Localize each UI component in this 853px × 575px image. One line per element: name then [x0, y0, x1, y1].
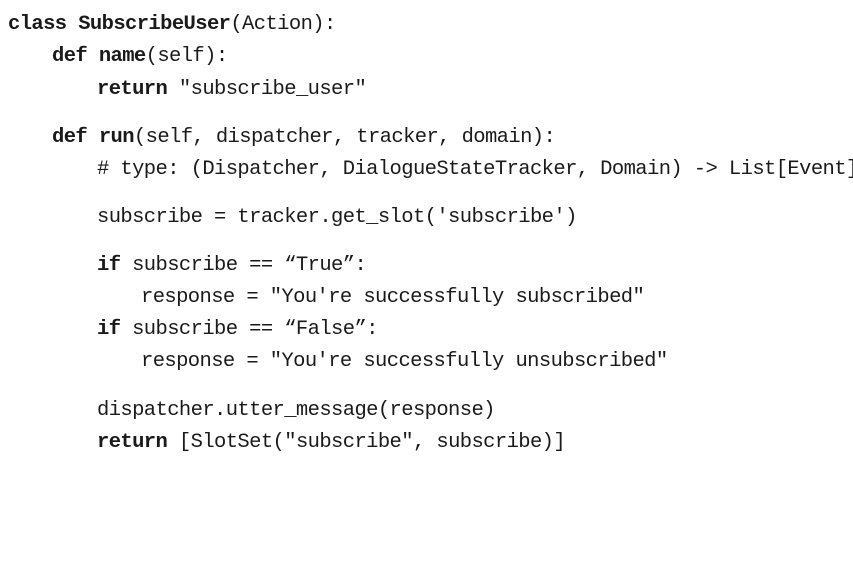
code-listing: class SubscribeUser(Action): def name(se…	[8, 0, 853, 477]
type-comment: # type: (Dispatcher, DialogueStateTracke…	[97, 158, 853, 181]
code-line-return-slotset: return [SlotSet("subscribe", subscribe)]	[8, 430, 566, 456]
return-value: [SlotSet("subscribe", subscribe)]	[167, 431, 566, 454]
keyword-if: if	[97, 318, 121, 341]
code-line-utter-message: dispatcher.utter_message(response)	[8, 398, 495, 424]
code-line-return-name: return "subscribe_user"	[8, 77, 367, 103]
code-line-if-false: if subscribe == “False”:	[8, 317, 378, 343]
condition: subscribe == “False”:	[120, 318, 378, 341]
code-line-response-unsubscribed: response = "You're successfully unsubscr…	[8, 349, 668, 375]
condition: subscribe == “True”:	[120, 254, 367, 277]
code-line-if-true: if subscribe == “True”:	[8, 253, 367, 279]
method-call: dispatcher.utter_message(response)	[97, 399, 495, 422]
keyword-class: class	[8, 13, 67, 36]
class-bases: (Action):	[230, 13, 336, 36]
code-line-get-slot: subscribe = tracker.get_slot('subscribe'…	[8, 205, 577, 231]
assignment: response = "You're successfully unsubscr…	[141, 350, 668, 373]
function-params: (self, dispatcher, tracker, domain):	[133, 126, 556, 149]
keyword-def: def	[52, 126, 88, 149]
function-name: run	[98, 126, 135, 149]
assignment: subscribe = tracker.get_slot('subscribe'…	[97, 206, 577, 229]
assignment: response = "You're successfully subscrib…	[141, 286, 645, 309]
keyword-return: return	[97, 431, 168, 454]
function-params: (self):	[145, 45, 229, 68]
code-line-type-comment: # type: (Dispatcher, DialogueStateTracke…	[8, 157, 853, 183]
code-line-def-run: def run(self, dispatcher, tracker, domai…	[8, 125, 556, 151]
keyword-return: return	[97, 78, 168, 101]
code-line-class-def: class SubscribeUser(Action):	[8, 12, 336, 38]
keyword-if: if	[97, 254, 121, 277]
class-name: SubscribeUser	[78, 13, 231, 36]
code-line-response-subscribed: response = "You're successfully subscrib…	[8, 285, 645, 311]
function-name: name	[98, 45, 146, 68]
return-value: "subscribe_user"	[167, 78, 367, 101]
keyword-def: def	[52, 45, 88, 68]
code-line-def-name: def name(self):	[8, 44, 228, 70]
